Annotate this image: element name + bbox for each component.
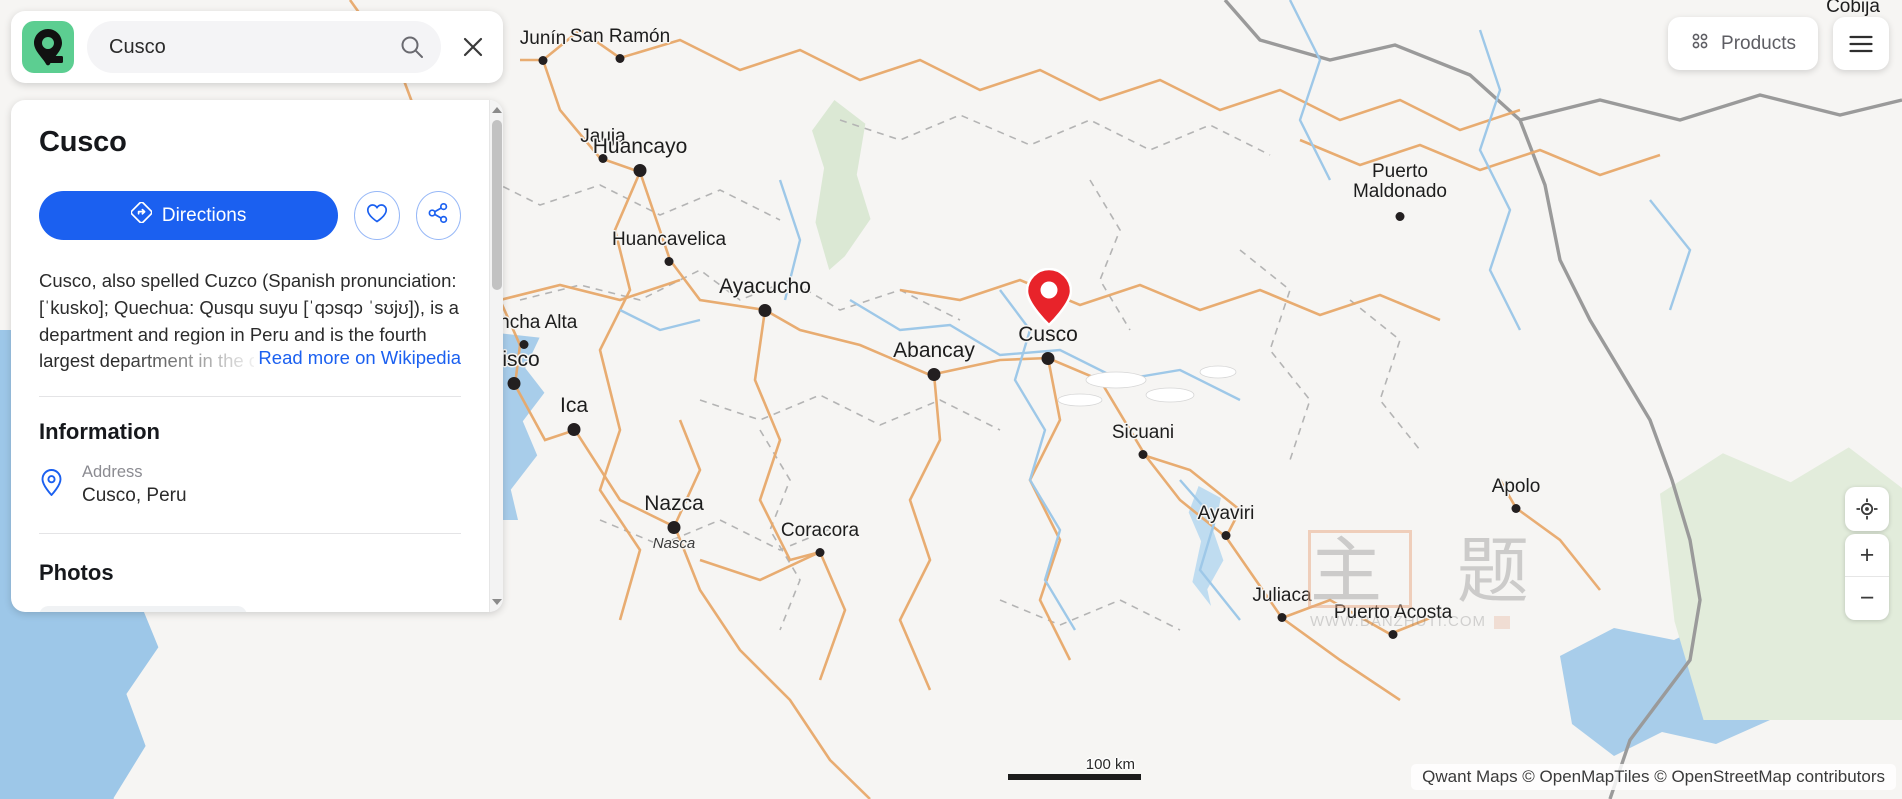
divider-2	[39, 532, 461, 534]
divider	[39, 396, 461, 397]
watermark-box	[1308, 530, 1412, 608]
city-name: Puerto Maldonado	[1352, 161, 1448, 203]
page-title: Cusco	[39, 126, 127, 158]
city-name: San Ramón	[569, 26, 671, 47]
grid-dots-icon	[1690, 31, 1710, 57]
city-dot	[507, 377, 521, 390]
city-dot	[567, 423, 581, 436]
city-dot	[615, 54, 625, 63]
city-dot	[1388, 630, 1398, 639]
scrollbar-thumb[interactable]	[492, 120, 502, 290]
search-bar	[11, 11, 503, 83]
city-name: Abancay	[893, 339, 975, 362]
address-label: Address	[82, 463, 143, 481]
zoom-in-button[interactable]: +	[1845, 534, 1889, 577]
city-name: Coracora	[780, 520, 860, 541]
information-heading: Information	[39, 419, 160, 444]
directions-button[interactable]: Directions	[39, 191, 339, 240]
city-dot	[1277, 613, 1287, 622]
chevron-up-icon[interactable]	[490, 102, 503, 118]
city-dot	[538, 56, 548, 65]
city-name: Huancayo	[592, 135, 688, 158]
photo-strip	[39, 605, 461, 612]
search-input[interactable]	[109, 35, 397, 59]
directions-diamond-icon	[130, 201, 153, 229]
address-row: Address Cusco, Peru	[39, 461, 461, 509]
address-value: Cusco, Peru	[82, 485, 187, 507]
crosshair-locate-icon[interactable]	[1845, 487, 1889, 531]
city-name: Cusco	[1018, 323, 1078, 346]
photo-thumbnail[interactable]	[39, 605, 247, 612]
scale-label: 100 km	[1085, 756, 1135, 773]
search-icon[interactable]	[397, 32, 427, 62]
map-attribution: Qwant Maps © OpenMapTiles © OpenStreetMa…	[1411, 764, 1896, 790]
city-dot	[1395, 212, 1405, 221]
city-dot	[927, 368, 941, 381]
city-name: Huancavelica	[611, 229, 727, 250]
city-dot	[633, 164, 647, 177]
scale-bar	[1008, 774, 1141, 780]
place-info-panel: Cusco Directions Cusco, also spelled Cuz…	[11, 100, 503, 612]
chevron-down-icon[interactable]	[490, 594, 503, 610]
city-dot	[667, 521, 681, 534]
heart-icon	[366, 203, 388, 229]
city-dot	[664, 257, 674, 266]
city-name: Juliaca	[1252, 585, 1312, 606]
share-icon	[427, 202, 449, 229]
address-text: Address Cusco, Peru	[82, 461, 187, 509]
panel-scroll-content: Cusco Directions Cusco, also spelled Cuz…	[11, 100, 489, 612]
city-name: Ica	[559, 394, 589, 417]
city-alt-name: Nasca	[652, 535, 696, 552]
city-dot	[1041, 352, 1055, 365]
directions-button-label: Directions	[161, 204, 247, 226]
city-dot	[758, 304, 772, 317]
wikipedia-link[interactable]: Read more on Wikipedia	[254, 345, 461, 372]
city-dot	[1221, 531, 1231, 540]
map-pin-logo-icon[interactable]	[22, 21, 74, 73]
city-name: Ayacucho	[719, 275, 811, 298]
city-dot	[815, 548, 825, 557]
share-button[interactable]	[415, 191, 462, 240]
zoom-controls: + −	[1845, 534, 1889, 620]
photos-heading: Photos	[39, 559, 114, 585]
hamburger-menu-icon[interactable]	[1833, 17, 1889, 70]
city-dot	[1511, 504, 1521, 513]
city-name: Cobija	[1826, 0, 1880, 17]
city-name: Junín	[519, 28, 567, 49]
close-icon[interactable]	[447, 21, 499, 73]
location-pin-icon	[39, 468, 64, 502]
city-name: Sicuani	[1111, 422, 1175, 443]
city-name: Nazca	[644, 492, 704, 515]
action-buttons: Directions	[39, 191, 462, 240]
city-name: Apolo	[1491, 476, 1541, 497]
place-description: Cusco, also spelled Cuzco (Spanish pronu…	[39, 268, 461, 372]
zoom-out-button[interactable]: −	[1845, 577, 1889, 620]
panel-scrollbar[interactable]	[489, 100, 503, 612]
favorite-button[interactable]	[354, 191, 400, 240]
products-button-label: Products	[1721, 32, 1796, 54]
city-name: Ayaviri	[1197, 503, 1255, 524]
map-scale: 100 km	[1008, 756, 1141, 780]
search-field[interactable]	[87, 21, 441, 73]
products-button[interactable]: Products	[1668, 17, 1818, 70]
map-marker-icon[interactable]	[1025, 267, 1073, 327]
city-dot	[1138, 450, 1148, 459]
qwant-maps-app: Junín San Ramón Jauja Huancayo Huancavelica A…	[0, 0, 1902, 799]
